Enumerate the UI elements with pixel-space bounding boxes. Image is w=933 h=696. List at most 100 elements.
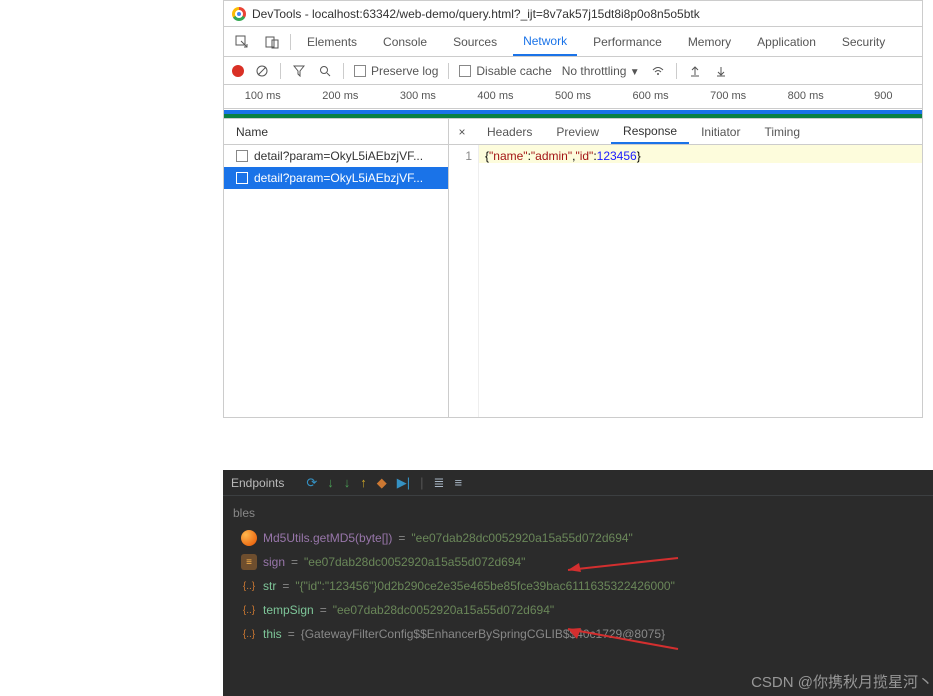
file-icon xyxy=(236,172,248,184)
endpoints-tab[interactable]: Endpoints xyxy=(231,476,284,490)
method-icon xyxy=(241,530,257,546)
separator xyxy=(676,63,677,79)
preserve-log-label: Preserve log xyxy=(371,64,438,78)
field-icon: ≡ xyxy=(241,554,257,570)
devtools-window: DevTools - localhost:63342/web-demo/quer… xyxy=(223,0,923,418)
separator xyxy=(343,63,344,79)
throttling-select[interactable]: No throttling ▼ xyxy=(562,64,640,78)
step-over-icon[interactable]: ⟳ xyxy=(306,475,317,491)
devtools-tab-strip: Elements Console Sources Network Perform… xyxy=(224,27,922,57)
detail-tab-preview[interactable]: Preview xyxy=(544,119,611,144)
filter-icon[interactable] xyxy=(291,63,307,79)
tab-elements[interactable]: Elements xyxy=(297,27,367,56)
detail-tab-timing[interactable]: Timing xyxy=(752,119,812,144)
detail-tab-strip: × Headers Preview Response Initiator Tim… xyxy=(449,119,922,145)
var-name: Md5Utils.getMD5(byte[]) xyxy=(263,531,392,545)
object-icon: {..} xyxy=(241,578,257,594)
timeline-tick: 300 ms xyxy=(379,85,457,108)
request-row[interactable]: detail?param=OkyL5iAEbzjVF... xyxy=(224,145,448,167)
force-step-into-icon[interactable]: ↓ xyxy=(344,475,351,491)
timeline-tick: 200 ms xyxy=(302,85,380,108)
step-out-icon[interactable]: ↑ xyxy=(360,475,367,491)
detail-tab-response[interactable]: Response xyxy=(611,119,689,144)
var-value: "ee07dab28dc0052920a15a55d072d694" xyxy=(304,555,525,569)
var-sign[interactable]: ≡ sign = "ee07dab28dc0052920a15a55d072d6… xyxy=(241,554,933,570)
equals: = xyxy=(398,531,405,545)
tab-performance[interactable]: Performance xyxy=(583,27,672,56)
close-detail-button[interactable]: × xyxy=(449,125,475,139)
object-icon: {..} xyxy=(241,626,257,642)
chrome-icon xyxy=(232,7,246,21)
tab-application[interactable]: Application xyxy=(747,27,826,56)
var-value: "ee07dab28dc0052920a15a55d072d694" xyxy=(333,603,554,617)
timeline-tick: 100 ms xyxy=(224,85,302,108)
request-list: Name detail?param=OkyL5iAEbzjVF... detai… xyxy=(224,119,449,417)
throttling-label: No throttling xyxy=(562,64,627,78)
var-name: str xyxy=(263,579,276,593)
timeline-tick: 800 ms xyxy=(767,85,845,108)
trace-icon[interactable]: ≡ xyxy=(454,475,462,491)
timeline-ruler[interactable]: 100 ms 200 ms 300 ms 400 ms 500 ms 600 m… xyxy=(224,85,922,109)
response-body[interactable]: 1 {"name":"admin","id":123456} xyxy=(449,145,922,417)
wifi-icon[interactable] xyxy=(650,63,666,79)
upload-icon[interactable] xyxy=(687,63,703,79)
object-icon: {..} xyxy=(241,602,257,618)
var-name: tempSign xyxy=(263,603,314,617)
watermark: CSDN @你携秋月揽星河丶 xyxy=(751,671,933,692)
network-body: Name detail?param=OkyL5iAEbzjVF... detai… xyxy=(224,119,922,417)
run-to-cursor-icon[interactable]: ▶| xyxy=(397,475,410,491)
record-button[interactable] xyxy=(232,65,244,77)
tab-memory[interactable]: Memory xyxy=(678,27,741,56)
device-toggle-icon[interactable] xyxy=(260,35,284,49)
file-icon xyxy=(236,150,248,162)
disable-cache-checkbox[interactable]: Disable cache xyxy=(459,64,551,78)
variables-tree: Md5Utils.getMD5(byte[]) = "ee07dab28dc00… xyxy=(223,526,933,642)
disable-cache-label: Disable cache xyxy=(476,64,551,78)
tab-network[interactable]: Network xyxy=(513,27,577,56)
var-value: "ee07dab28dc0052920a15a55d072d694" xyxy=(411,531,632,545)
network-toolbar: Preserve log Disable cache No throttling… xyxy=(224,57,922,85)
variables-section-label: bles xyxy=(223,496,933,526)
line-number: 1 xyxy=(449,145,479,417)
response-line: {"name":"admin","id":123456} xyxy=(479,145,922,163)
timeline-tick: 400 ms xyxy=(457,85,535,108)
separator xyxy=(280,63,281,79)
inspect-icon[interactable] xyxy=(230,35,254,49)
tab-security[interactable]: Security xyxy=(832,27,895,56)
detail-tab-headers[interactable]: Headers xyxy=(475,119,544,144)
var-tempsign[interactable]: {..} tempSign = "ee07dab28dc0052920a15a5… xyxy=(241,602,933,618)
timeline-tick: 700 ms xyxy=(689,85,767,108)
download-icon[interactable] xyxy=(713,63,729,79)
var-md5-result[interactable]: Md5Utils.getMD5(byte[]) = "ee07dab28dc00… xyxy=(241,530,933,546)
timeline-tick: 900 xyxy=(845,85,923,108)
preserve-log-checkbox[interactable]: Preserve log xyxy=(354,64,438,78)
evaluate-icon[interactable]: ≣ xyxy=(434,475,445,491)
step-into-icon[interactable]: ↓ xyxy=(327,475,334,491)
timeline-tick: 600 ms xyxy=(612,85,690,108)
search-icon[interactable] xyxy=(317,63,333,79)
request-label: detail?param=OkyL5iAEbzjVF... xyxy=(254,149,423,163)
timeline-overview[interactable] xyxy=(224,109,922,119)
window-title: DevTools - localhost:63342/web-demo/quer… xyxy=(252,7,700,21)
var-this[interactable]: {..} this = {GatewayFilterConfig$$Enhanc… xyxy=(241,626,933,642)
equals: = xyxy=(288,627,295,641)
tab-sources[interactable]: Sources xyxy=(443,27,507,56)
detail-tab-initiator[interactable]: Initiator xyxy=(689,119,752,144)
var-value: "{"id":"123456"}0d2b290ce2e35e465be85fce… xyxy=(295,579,674,593)
window-title-bar: DevTools - localhost:63342/web-demo/quer… xyxy=(224,1,922,27)
ide-debugger-panel: Endpoints ⟳ ↓ ↓ ↑ ◆ ▶| | ≣ ≡ bles Md5Uti… xyxy=(223,470,933,696)
tab-console[interactable]: Console xyxy=(373,27,437,56)
drop-frame-icon[interactable]: ◆ xyxy=(377,475,387,491)
request-label: detail?param=OkyL5iAEbzjVF... xyxy=(254,171,423,185)
request-detail: × Headers Preview Response Initiator Tim… xyxy=(449,119,922,417)
equals: = xyxy=(282,579,289,593)
name-column-header[interactable]: Name xyxy=(224,119,448,145)
equals: = xyxy=(291,555,298,569)
var-name: sign xyxy=(263,555,285,569)
separator xyxy=(448,63,449,79)
var-value: {GatewayFilterConfig$$EnhancerBySpringCG… xyxy=(301,627,665,641)
ide-toolbar: Endpoints ⟳ ↓ ↓ ↑ ◆ ▶| | ≣ ≡ xyxy=(223,470,933,496)
request-row-selected[interactable]: detail?param=OkyL5iAEbzjVF... xyxy=(224,167,448,189)
clear-icon[interactable] xyxy=(254,63,270,79)
var-str[interactable]: {..} str = "{"id":"123456"}0d2b290ce2e35… xyxy=(241,578,933,594)
